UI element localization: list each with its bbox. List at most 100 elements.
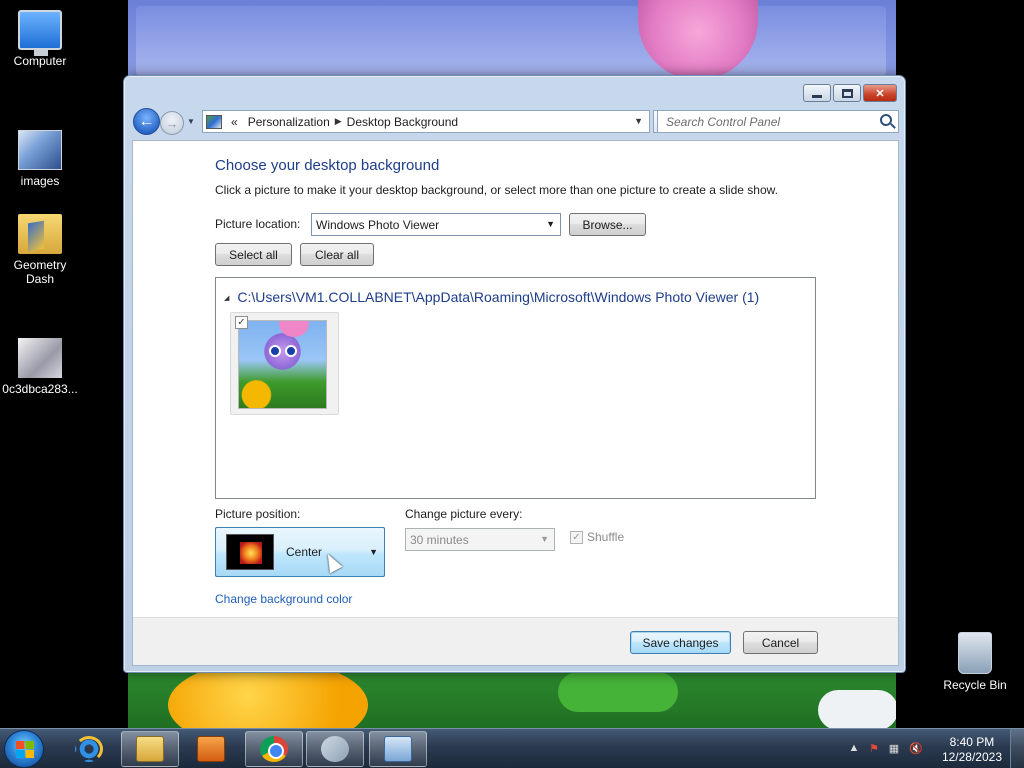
picture-location-label: Picture location: [215,217,301,231]
gallery-group-title: C:\Users\VM1.COLLABNET\AppData\Roaming\M… [237,289,760,305]
chevron-down-icon: ▼ [546,219,555,229]
maximize-icon [841,88,853,98]
picture-location-dropdown[interactable]: Windows Photo Viewer ▼ [311,213,561,236]
wallpaper-leaf [558,672,678,712]
clear-all-button[interactable]: Clear all [300,243,374,266]
desktop-icon-label: Recycle Bin [943,678,1007,692]
clock-time: 8:40 PM [949,735,995,749]
desktop-icon-label: images [20,174,60,188]
arrow-left-icon: ← [138,112,155,130]
maximize-button[interactable] [833,84,861,102]
picture-position-label: Picture position: [215,507,301,521]
collapse-icon: ◢ [224,295,230,303]
recent-pages-button[interactable]: ▼ [187,117,197,127]
forward-button[interactable]: → [160,111,184,135]
wallpaper-cloud [818,690,896,728]
back-button[interactable]: ← [133,108,160,135]
media-player-icon [197,736,225,762]
computer-icon [18,10,62,56]
minimize-button[interactable] [803,84,831,102]
start-button[interactable] [4,730,44,768]
address-bar[interactable]: « Personalization ▶ Desktop Background ▼ [202,110,650,133]
chevron-down-icon[interactable]: ▼ [634,116,643,126]
browse-button[interactable]: Browse... [569,213,646,236]
clock[interactable]: 8:40 PM 12/28/2023 [942,735,1002,765]
shuffle-label: Shuffle [587,530,625,544]
picture-checkbox[interactable]: ✓ [235,316,248,329]
taskbar-internet-explorer[interactable] [60,731,118,767]
chevron-right-icon[interactable]: ▶ [335,116,342,127]
change-picture-every-value: 30 minutes [410,532,469,547]
chevron-down-icon: ▼ [540,534,549,544]
picture-gallery: ◢ C:\Users\VM1.COLLABNET\AppData\Roaming\… [215,277,816,499]
image-file-icon [18,130,62,170]
chrome-icon [260,736,288,762]
select-all-button[interactable]: Select all [215,243,292,266]
action-center-icon[interactable]: ⚑ [866,742,882,756]
control-panel-icon [384,736,412,762]
search-input[interactable]: Search Control Panel [657,110,899,133]
breadcrumb-desktop-background[interactable]: Desktop Background [342,115,463,129]
breadcrumb-personalization[interactable]: Personalization [243,115,335,129]
close-button[interactable]: ✕ [863,84,897,102]
close-icon: ✕ [875,87,885,100]
desktop-icon-label: 0c3dbca283... [2,382,78,396]
taskbar-file-explorer[interactable] [121,731,179,767]
taskbar-paint[interactable] [306,731,364,767]
windows-logo-icon [16,741,34,758]
desktop-icon-label: Computer [13,54,67,68]
search-icon [880,114,892,126]
recycle-bin-icon [958,632,992,674]
wallpaper-thumbnail-image [238,320,327,409]
desktop-background-window: ✕ ← → ▼ « Personalization ▶ Desktop Back… [123,75,906,673]
breadcrumb-overflow[interactable]: « [226,115,243,129]
image-file-icon [18,338,62,378]
position-preview-icon [226,534,274,570]
folder-icon [18,214,62,254]
file-explorer-icon [136,736,164,762]
system-tray: ▲ ⚑ ▦ 🔇 8:40 PM 12/28/2023 [834,729,1024,768]
picture-position-dropdown[interactable]: Center ▼ [215,527,385,577]
show-desktop-button[interactable] [1010,729,1024,768]
paint-icon [321,736,349,762]
clock-date: 12/28/2023 [941,750,1002,764]
volume-muted-icon[interactable]: 🔇 [908,742,924,756]
search-placeholder: Search Control Panel [666,114,781,129]
taskbar-media-player[interactable] [182,731,240,767]
desktop-icon-recycle-bin[interactable]: Recycle Bin [935,632,1015,692]
navigation-bar: ← → ▼ « Personalization ▶ Desktop Backgr… [132,108,899,135]
change-picture-every-label: Change picture every: [405,507,523,521]
taskbar-control-panel[interactable] [369,731,427,767]
thumbnail-eye-shape [285,345,297,357]
wallpaper-sky [136,6,886,76]
minimize-icon [812,94,822,98]
internet-explorer-icon [75,736,103,762]
gallery-group-header[interactable]: ◢ C:\Users\VM1.COLLABNET\AppData\Roaming\… [224,289,759,305]
thumbnail-pink-shape [279,321,309,337]
arrow-right-icon: → [165,115,179,131]
page-subtitle: Click a picture to make it your desktop … [215,183,778,197]
caption-buttons: ✕ [801,84,897,102]
desktop-icon-images[interactable]: images [0,124,80,188]
cancel-button[interactable]: Cancel [743,631,818,654]
picture-thumbnail[interactable]: ✓ [230,312,339,415]
picture-position-value: Center [286,545,323,559]
taskbar: ▲ ⚑ ▦ 🔇 8:40 PM 12/28/2023 [0,728,1024,768]
show-hidden-icons-icon[interactable]: ▲ [846,742,862,756]
checkbox-checked-icon: ✓ [570,530,583,544]
desktop-icon-geometry-dash[interactable]: Geometry Dash [0,214,80,286]
control-panel-icon [206,114,222,129]
chevron-down-icon: ▼ [187,117,195,126]
change-background-color-link[interactable]: Change background color [215,592,352,606]
desktop-icon-computer[interactable]: Computer [0,10,80,68]
network-icon[interactable]: ▦ [886,742,902,756]
desktop-icon-label: Geometry Dash [13,258,67,286]
dialog-footer: Save changes Cancel [133,617,898,665]
desktop-icon-image-file[interactable]: 0c3dbca283... [0,332,80,396]
save-changes-button[interactable]: Save changes [630,631,731,654]
content-pane: Choose your desktop background Click a p… [132,140,899,666]
taskbar-chrome[interactable] [245,731,303,767]
shuffle-checkbox[interactable]: ✓ Shuffle [570,530,624,544]
picture-location-value: Windows Photo Viewer [316,217,440,232]
change-picture-every-dropdown[interactable]: 30 minutes ▼ [405,528,555,551]
